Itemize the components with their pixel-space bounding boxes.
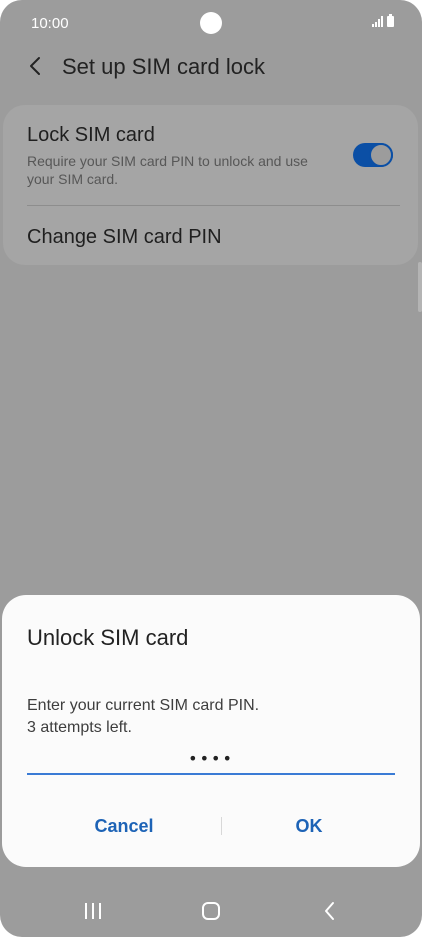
pin-input[interactable] (27, 743, 395, 775)
dialog-title: Unlock SIM card (27, 625, 189, 650)
lock-sim-description: Require your SIM card PIN to unlock and … (27, 153, 308, 187)
status-bar: 10:00 (0, 0, 422, 46)
cancel-button[interactable]: Cancel (24, 806, 224, 846)
phone-screen: 10:00 Set up SIM card lock Lock SIM card… (0, 0, 422, 937)
status-time: 10:00 (31, 15, 69, 32)
unlock-sim-dialog: Unlock SIM card Enter your current SIM c… (2, 595, 420, 867)
dialog-message-line1: Enter your current SIM card PIN. (27, 697, 260, 714)
settings-card: Lock SIM card Require your SIM card PIN … (3, 105, 418, 265)
page-title: Set up SIM card lock (62, 54, 265, 79)
toggle-knob (369, 143, 393, 167)
status-icons (372, 14, 394, 27)
lock-sim-toggle[interactable] (353, 143, 393, 167)
recents-icon[interactable] (80, 899, 108, 923)
scrollbar[interactable] (418, 262, 422, 312)
change-sim-pin-label: Change SIM card PIN (27, 226, 222, 248)
dialog-buttons: Cancel OK (2, 806, 420, 846)
home-icon[interactable] (197, 899, 225, 923)
back-arrow-icon[interactable] (22, 52, 50, 80)
battery-icon (387, 14, 394, 27)
signal-icon (372, 16, 383, 27)
navigation-bar (0, 885, 422, 937)
ok-button[interactable]: OK (209, 806, 409, 846)
app-header: Set up SIM card lock (0, 46, 422, 88)
dialog-message-line2: 3 attempts left. (27, 719, 132, 736)
camera-cutout (200, 12, 222, 34)
lock-sim-title: Lock SIM card (27, 124, 155, 146)
change-sim-pin-row[interactable]: Change SIM card PIN (3, 206, 418, 265)
dialog-message: Enter your current SIM card PIN. 3 attem… (27, 695, 259, 739)
nav-back-icon[interactable] (316, 899, 344, 923)
lock-sim-row[interactable]: Lock SIM card Require your SIM card PIN … (3, 105, 418, 205)
